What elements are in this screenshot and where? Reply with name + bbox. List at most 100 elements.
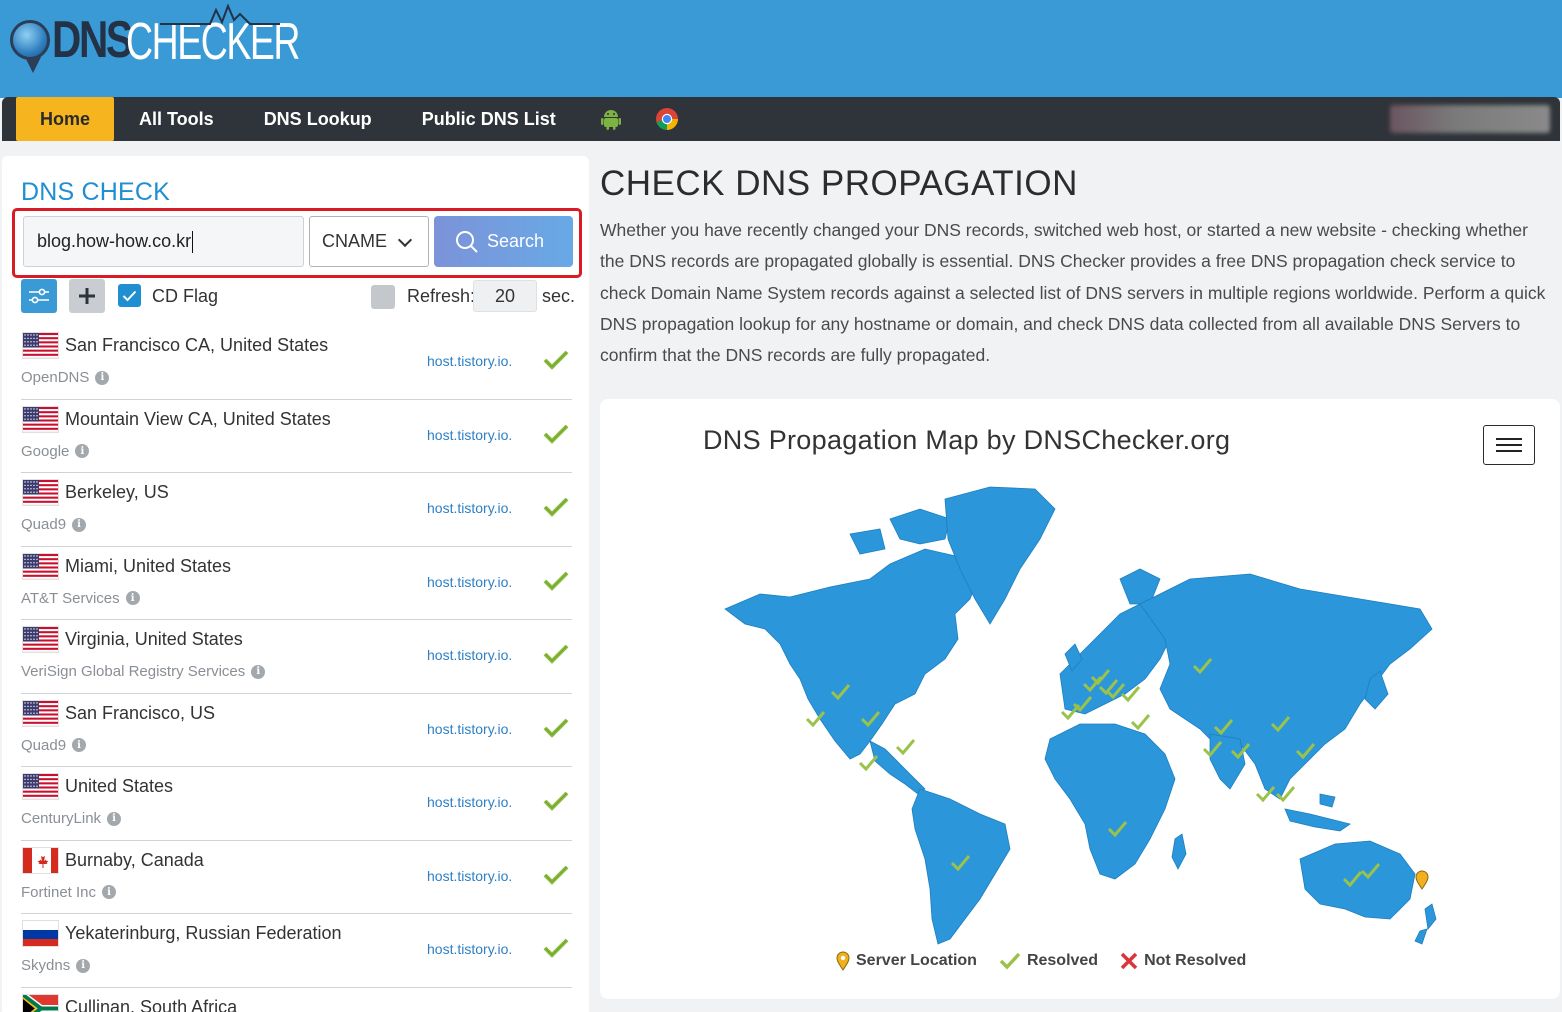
info-icon[interactable]: i (125, 591, 140, 605)
logo-text-dns: DNS (52, 11, 133, 69)
server-provider: Skydns i (21, 957, 91, 974)
resolved-check-icon (543, 571, 569, 591)
server-provider-name: Quad9 (21, 516, 67, 533)
server-row: Cullinan, South Africa (21, 988, 572, 1012)
filter-settings-button[interactable] (21, 279, 57, 313)
dns-result-value[interactable]: host.tistory.io. (427, 574, 512, 590)
server-provider: Fortinet Inc i (21, 884, 117, 901)
refresh-interval-input[interactable]: 20 (473, 280, 537, 312)
map-region-north-america (724, 548, 981, 760)
dns-result-value[interactable]: host.tistory.io. (427, 941, 512, 957)
resolved-check-icon (543, 350, 569, 370)
cd-flag-label: CD Flag (152, 286, 219, 306)
server-provider-name: Google (21, 442, 70, 460)
legend-not-resolved-label: Not Resolved (1144, 952, 1247, 969)
info-icon[interactable]: i (76, 958, 91, 973)
map-resolved-marker[interactable] (895, 739, 916, 756)
server-provider: Quad9 i (21, 736, 87, 754)
chrome-icon[interactable] (655, 107, 679, 131)
pulse-line-icon (160, 4, 280, 25)
info-icon[interactable]: i (72, 517, 87, 532)
flag-us-icon (22, 479, 59, 506)
server-row: San Francisco, US Quad9 i host.tistory.io. (21, 694, 572, 767)
resolved-check-icon (543, 497, 569, 517)
dns-result-value[interactable]: host.tistory.io. (427, 427, 512, 443)
not-resolved-x-icon (1120, 952, 1138, 970)
server-row: Yekaterinburg, Russian Federation Skydns i… (21, 914, 572, 988)
server-row: San Francisco CA, United States OpenDNS i h… (21, 326, 572, 400)
server-provider-name: Skydns (21, 957, 71, 974)
domain-input[interactable]: blog.how-how.co.kr (23, 216, 304, 267)
info-icon[interactable]: i (95, 370, 110, 385)
map-resolved-marker[interactable] (858, 755, 879, 772)
legend-server-location: Server Location (836, 951, 977, 971)
server-row: Miami, United States AT&T Services i host.t… (21, 547, 572, 620)
info-icon[interactable]: i (75, 444, 90, 458)
server-row: Virginia, United States VeriSign Global R… (21, 620, 572, 694)
domain-input-value: blog.how-how.co.kr (37, 231, 192, 251)
nav-home[interactable]: Home (16, 97, 115, 141)
map-region-madagascar (1171, 833, 1187, 870)
map-server-pin[interactable] (1415, 870, 1429, 890)
server-row: Berkeley, US Quad9 i host.tistory.io. (21, 473, 572, 547)
flag-us-icon (22, 773, 59, 800)
map-pin-icon (836, 951, 850, 971)
info-icon[interactable]: i (251, 664, 266, 679)
resolved-check-icon (999, 952, 1021, 970)
server-location: San Francisco CA, United States (65, 335, 329, 355)
map-resolved-marker[interactable] (1130, 714, 1151, 731)
flag-us-icon (22, 699, 59, 727)
dns-check-title: DNS CHECK (21, 178, 171, 206)
server-provider-name: OpenDNS (21, 369, 90, 386)
dns-result-value[interactable]: host.tistory.io. (427, 647, 512, 663)
flag-us-icon (22, 552, 59, 580)
resolved-check-icon (543, 718, 569, 738)
map-region-asia (1139, 573, 1433, 800)
record-type-select[interactable]: CNAME (309, 216, 429, 267)
dnschecker-logo[interactable]: DNS CHECKER (10, 4, 300, 74)
info-icon[interactable]: i (102, 885, 117, 899)
user-account-area[interactable] (1390, 105, 1550, 133)
server-provider: VeriSign Global Registry Services i (21, 663, 266, 680)
world-map[interactable] (720, 479, 1440, 949)
flag-us-icon (22, 626, 59, 653)
server-location: Miami, United States (65, 555, 232, 576)
dns-result-value[interactable]: host.tistory.io. (427, 353, 512, 369)
map-menu-button[interactable] (1483, 425, 1535, 465)
dns-result-value[interactable]: host.tistory.io. (427, 721, 512, 737)
info-icon[interactable]: i (72, 738, 87, 752)
map-legend: Server Location Resolved Not Resolved (836, 951, 1246, 971)
server-provider-name: Quad9 (21, 736, 67, 754)
nav-all-tools[interactable]: All Tools (114, 97, 239, 141)
resolved-check-icon (543, 791, 569, 811)
nav-public-dns-list[interactable]: Public DNS List (397, 97, 581, 141)
resolved-check-icon (543, 865, 569, 885)
sliders-icon (29, 288, 49, 304)
info-icon[interactable]: i (107, 811, 122, 826)
add-server-button[interactable] (69, 279, 105, 313)
chevron-down-icon (397, 232, 413, 248)
resolved-check-icon (543, 644, 569, 664)
resolved-check-icon (543, 938, 569, 958)
resolved-check-icon (543, 424, 569, 444)
server-results-list: San Francisco CA, United States OpenDNS i h… (21, 326, 572, 1012)
android-icon[interactable] (599, 107, 623, 131)
refresh-checkbox[interactable] (371, 285, 395, 309)
dns-result-value[interactable]: host.tistory.io. (427, 868, 512, 884)
map-region-india (1209, 733, 1246, 790)
flag-us-icon (22, 332, 59, 359)
map-title: DNS Propagation Map by DNSChecker.org (703, 425, 1231, 455)
dns-result-value[interactable]: host.tistory.io. (427, 500, 512, 516)
search-button[interactable]: Search (434, 216, 573, 267)
server-location: Cullinan, South Africa (65, 996, 238, 1012)
legend-resolved: Resolved (999, 952, 1098, 970)
flag-ca-icon (22, 846, 59, 874)
cd-flag-checkbox[interactable] (118, 284, 141, 307)
page-title: CHECK DNS PROPAGATION (600, 164, 1078, 203)
nav-dns-lookup[interactable]: DNS Lookup (239, 97, 397, 141)
server-provider: OpenDNS i (21, 369, 110, 386)
server-provider: CenturyLink i (21, 810, 122, 827)
globe-pin-icon (10, 20, 50, 73)
checkmark-icon (122, 290, 137, 301)
dns-result-value[interactable]: host.tistory.io. (427, 794, 512, 810)
